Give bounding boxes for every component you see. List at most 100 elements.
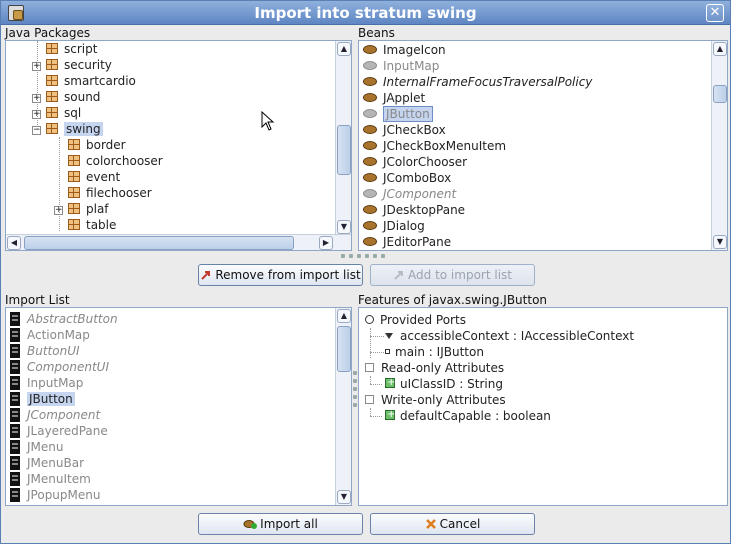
beans-vertical-scrollbar[interactable]: ▲ ▼: [711, 41, 727, 250]
import-item-label: InputMap: [27, 376, 84, 390]
import-item[interactable]: ActionMap: [10, 327, 90, 343]
bean-item[interactable]: JDesktopPane: [363, 202, 465, 218]
package-node[interactable]: table: [54, 217, 116, 233]
bean-icon: [363, 45, 377, 54]
scroll-thumb[interactable]: [337, 125, 351, 175]
import-item[interactable]: JMenuItem: [10, 471, 91, 487]
writeonly-attributes-node[interactable]: Write-only Attributes: [365, 392, 506, 408]
package-node[interactable]: + sql: [32, 105, 81, 121]
bean-item[interactable]: JCheckBox: [363, 122, 446, 138]
import-item-label: JButton: [27, 392, 75, 406]
package-label: table: [86, 218, 117, 232]
attribute-icon: [385, 375, 395, 391]
import-item[interactable]: JMenuBar: [10, 455, 84, 471]
bean-item[interactable]: JComboBox: [363, 170, 451, 186]
package-node[interactable]: filechooser: [54, 185, 152, 201]
package-node[interactable]: event: [54, 169, 120, 185]
class-icon: [10, 472, 20, 486]
import-item[interactable]: JMenu: [10, 439, 64, 455]
remove-from-import-list-button[interactable]: Remove from import list: [198, 264, 363, 286]
horizontal-splitter[interactable]: [341, 253, 391, 259]
package-node[interactable]: + plaf: [54, 201, 109, 217]
package-label: sql: [64, 106, 82, 120]
bean-item[interactable]: InternalFrameFocusTraversalPolicy: [363, 74, 592, 90]
packages-vertical-scrollbar[interactable]: ▲ ▼: [335, 41, 351, 235]
wo-attr1-label: defaultCapable : boolean: [400, 409, 551, 423]
import-item[interactable]: ButtonUI: [10, 343, 80, 359]
port2-label: main : IJButton: [395, 345, 484, 359]
package-node[interactable]: colorchooser: [54, 153, 163, 169]
import-item[interactable]: InputMap: [10, 375, 83, 391]
bean-item[interactable]: JButton: [363, 106, 433, 122]
beans-list[interactable]: ImageIcon InputMap InternalFrameFocusTrave…: [358, 40, 728, 251]
attr-uiclassid[interactable]: uIClassID : String: [385, 375, 503, 392]
bean-label: JCheckBox: [383, 123, 446, 137]
package-node[interactable]: smartcardio: [32, 73, 136, 89]
features-tree[interactable]: Provided Ports accessibleContext : IAcce…: [358, 307, 728, 506]
import-item[interactable]: AbstractButton: [10, 311, 118, 327]
package-node[interactable]: script: [32, 41, 97, 57]
package-node[interactable]: + security: [32, 57, 112, 73]
bean-item[interactable]: JColorChooser: [363, 154, 467, 170]
beans-label: Beans: [358, 26, 395, 40]
add-button-label: Add to import list: [408, 268, 512, 282]
import-item[interactable]: ComponentUI: [10, 359, 109, 375]
scroll-thumb[interactable]: [24, 236, 294, 250]
checkbox-icon: [365, 363, 374, 372]
import-all-button[interactable]: Import all: [198, 513, 363, 535]
java-packages-tree[interactable]: script + security smartcardio + sound + sql − swi…: [5, 40, 352, 251]
package-label: smartcardio: [64, 74, 136, 88]
import-icon: [243, 520, 258, 529]
provided-ports-node[interactable]: Provided Ports: [365, 312, 466, 328]
scroll-up-icon[interactable]: ▲: [713, 42, 727, 56]
import-item[interactable]: JPopupMenu: [10, 487, 100, 503]
port-main[interactable]: main : IJButton: [385, 344, 484, 360]
scroll-down-icon[interactable]: ▼: [337, 490, 351, 504]
bean-icon: [363, 157, 377, 166]
title-bar[interactable]: Import into stratum swing ✕: [1, 1, 730, 25]
bean-item[interactable]: JComponent: [363, 186, 456, 202]
scroll-down-icon[interactable]: ▼: [713, 235, 727, 249]
bean-item[interactable]: JCheckBoxMenuItem: [363, 138, 506, 154]
import-item[interactable]: JComponent: [10, 407, 100, 423]
bean-icon: [363, 93, 377, 102]
import-item[interactable]: JButton: [10, 391, 75, 407]
scroll-down-icon[interactable]: ▼: [337, 220, 351, 234]
add-arrow-icon: [394, 271, 404, 280]
scroll-thumb[interactable]: [713, 85, 727, 103]
bean-item[interactable]: JApplet: [363, 90, 425, 106]
packages-horizontal-scrollbar[interactable]: ◀ ▶: [6, 234, 351, 250]
package-icon: [46, 107, 58, 118]
bean-item[interactable]: ImageIcon: [363, 42, 446, 58]
scroll-right-icon[interactable]: ▶: [319, 236, 333, 250]
class-icon: [10, 440, 20, 454]
import-vertical-scrollbar[interactable]: ▲ ▼: [335, 308, 351, 505]
bean-label: JApplet: [383, 91, 426, 105]
bean-item[interactable]: JDialog: [363, 218, 425, 234]
port-accessible-context[interactable]: accessibleContext : IAccessibleContext: [385, 328, 634, 344]
import-all-label: Import all: [260, 517, 318, 531]
cancel-button[interactable]: Cancel: [370, 513, 535, 535]
package-label: colorchooser: [86, 154, 163, 168]
bean-item[interactable]: JEditorPane: [363, 234, 451, 250]
readonly-label: Read-only Attributes: [381, 361, 505, 375]
import-list[interactable]: AbstractButton ActionMap ButtonUI Component…: [5, 307, 352, 506]
close-button[interactable]: ✕: [706, 4, 724, 22]
package-node[interactable]: + sound: [32, 89, 100, 105]
scroll-up-icon[interactable]: ▲: [337, 309, 351, 323]
scroll-left-icon[interactable]: ◀: [7, 236, 21, 250]
attr-defaultcapable[interactable]: defaultCapable : boolean: [385, 407, 551, 424]
readonly-attributes-node[interactable]: Read-only Attributes: [365, 360, 504, 376]
package-node[interactable]: border: [54, 137, 126, 153]
bean-icon: [363, 109, 377, 118]
package-node[interactable]: − swing: [32, 121, 103, 137]
bean-item[interactable]: InputMap: [363, 58, 439, 74]
import-item[interactable]: JLayeredPane: [10, 423, 108, 439]
scroll-up-icon[interactable]: ▲: [337, 42, 351, 56]
bean-icon: [363, 61, 377, 70]
package-icon: [68, 139, 80, 150]
add-to-import-list-button[interactable]: Add to import list: [370, 264, 535, 286]
scroll-thumb[interactable]: [337, 326, 351, 372]
class-icon: [10, 328, 20, 342]
bean-label: InputMap: [383, 59, 440, 73]
